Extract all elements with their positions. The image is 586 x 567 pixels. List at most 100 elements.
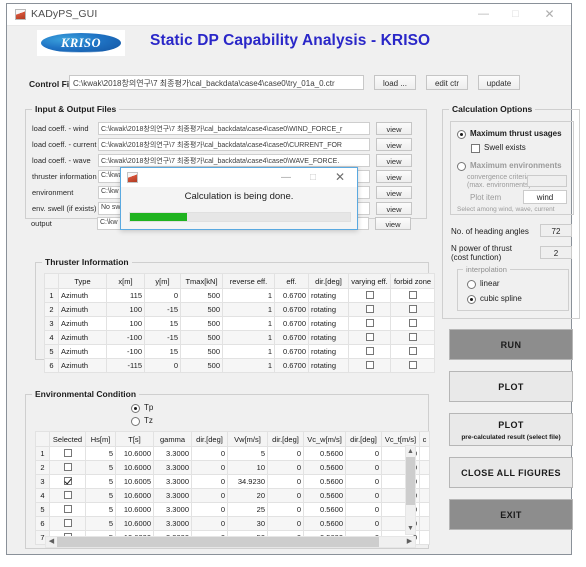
radio-tz[interactable] bbox=[131, 417, 140, 426]
cell-dir3[interactable]: 0 bbox=[345, 488, 382, 503]
cell-dir[interactable]: rotating bbox=[308, 316, 349, 331]
cell-y[interactable]: 0 bbox=[144, 288, 181, 303]
cell-hs[interactable]: 5 bbox=[85, 488, 116, 503]
cell-x[interactable]: 115 bbox=[106, 288, 145, 303]
cell-dir1[interactable]: 0 bbox=[191, 488, 228, 503]
cell-tmax[interactable]: 500 bbox=[180, 288, 223, 303]
cell-dir[interactable]: rotating bbox=[308, 288, 349, 303]
cell-hs[interactable]: 5 bbox=[85, 474, 116, 489]
radio-linear[interactable] bbox=[467, 280, 476, 289]
dialog-minimize-icon[interactable]: — bbox=[273, 168, 299, 187]
control-file-input[interactable]: C:\kwak\2018창의연구\7 최종평가\cal_backdata\cas… bbox=[69, 75, 364, 90]
cell-eff[interactable]: 0.6700 bbox=[274, 330, 309, 345]
cell-type[interactable]: Azimuth bbox=[58, 302, 107, 317]
table-row[interactable]: 1 Azimuth 115 0 500 1 0.6700 rotating bbox=[44, 288, 435, 303]
cell-dir2[interactable]: 0 bbox=[267, 516, 304, 531]
convergence-criteria-input[interactable] bbox=[527, 175, 567, 187]
cell-vw[interactable]: 5 bbox=[227, 446, 268, 461]
cell-vw[interactable]: 10 bbox=[227, 460, 268, 475]
cell-x[interactable]: -100 bbox=[106, 330, 145, 345]
exit-button[interactable]: EXIT bbox=[449, 499, 573, 530]
checkbox-forbid-zone[interactable] bbox=[408, 291, 417, 299]
cell-vcw[interactable]: 0.5600 bbox=[303, 446, 346, 461]
cell-forbid-zone[interactable] bbox=[390, 344, 435, 359]
cell-dir2[interactable]: 0 bbox=[267, 488, 304, 503]
cell-dir[interactable]: rotating bbox=[308, 358, 349, 373]
cell-vw[interactable]: 34.9230 bbox=[227, 474, 268, 489]
cell-dir3[interactable]: 0 bbox=[345, 516, 382, 531]
cell-x[interactable]: -115 bbox=[106, 358, 145, 373]
cell-dir1[interactable]: 0 bbox=[191, 446, 228, 461]
plot-precalculated-button[interactable]: PLOT pre-calculated result (select file) bbox=[449, 413, 573, 446]
close-all-figures-button[interactable]: CLOSE ALL FIGURES bbox=[449, 457, 573, 488]
checkbox-varying-eff[interactable] bbox=[365, 291, 374, 299]
plot-button[interactable]: PLOT bbox=[449, 371, 573, 402]
cell-tmax[interactable]: 500 bbox=[180, 302, 223, 317]
cell-dir1[interactable]: 0 bbox=[191, 460, 228, 475]
table-row[interactable]: 5 5 10.6000 3.3000 0 25 0 0.5600 0 0 bbox=[35, 502, 430, 517]
environment-table-vscrollbar[interactable]: ▲ ▼ bbox=[405, 445, 416, 535]
cell-type[interactable]: Azimuth bbox=[58, 344, 107, 359]
view-button-wind[interactable]: view bbox=[376, 122, 412, 135]
cell-y[interactable]: 15 bbox=[144, 316, 181, 331]
checkbox-selected[interactable] bbox=[63, 519, 72, 527]
view-button-current[interactable]: view bbox=[376, 138, 412, 151]
update-button[interactable]: update bbox=[478, 75, 520, 90]
checkbox-varying-eff[interactable] bbox=[365, 333, 374, 341]
cell-x[interactable]: -100 bbox=[106, 344, 145, 359]
cell-reverse-eff[interactable]: 1 bbox=[222, 344, 275, 359]
cell-tmax[interactable]: 500 bbox=[180, 344, 223, 359]
checkbox-swell-exists[interactable] bbox=[471, 144, 480, 153]
cell-forbid-zone[interactable] bbox=[390, 288, 435, 303]
cell-dir[interactable]: rotating bbox=[308, 302, 349, 317]
cell-gamma[interactable]: 3.3000 bbox=[153, 446, 192, 461]
cell-hs[interactable]: 5 bbox=[85, 516, 116, 531]
cell-t[interactable]: 10.6000 bbox=[115, 488, 154, 503]
table-row[interactable]: 3 5 10.6005 3.3000 0 34.9230 0 0.5600 0 … bbox=[35, 474, 430, 489]
cell-tmax[interactable]: 500 bbox=[180, 358, 223, 373]
view-button-environment[interactable]: view bbox=[376, 186, 412, 199]
cell-tmax[interactable]: 500 bbox=[180, 316, 223, 331]
checkbox-selected[interactable] bbox=[63, 449, 72, 457]
cell-vw[interactable]: 25 bbox=[227, 502, 268, 517]
environment-table-hscrollbar[interactable]: ◀ ▶ bbox=[45, 536, 416, 548]
cell-dir2[interactable]: 0 bbox=[267, 502, 304, 517]
cell-varying-eff[interactable] bbox=[348, 344, 391, 359]
table-row[interactable]: 1 5 10.6000 3.3000 0 5 0 0.5600 0 0 bbox=[35, 446, 430, 461]
cell-selected[interactable] bbox=[49, 488, 86, 503]
cell-varying-eff[interactable] bbox=[348, 358, 391, 373]
cell-dir3[interactable]: 0 bbox=[345, 460, 382, 475]
hscroll-thumb[interactable] bbox=[57, 537, 379, 547]
cell-t[interactable]: 10.6000 bbox=[115, 460, 154, 475]
cell-eff[interactable]: 0.6700 bbox=[274, 288, 309, 303]
table-row[interactable]: 4 5 10.6000 3.3000 0 20 0 0.5600 0 0 bbox=[35, 488, 430, 503]
scroll-right-icon[interactable]: ▶ bbox=[404, 537, 415, 547]
close-icon[interactable]: ✕ bbox=[534, 4, 565, 25]
cell-reverse-eff[interactable]: 1 bbox=[222, 302, 275, 317]
cell-selected[interactable] bbox=[49, 502, 86, 517]
radio-maximum-environments[interactable] bbox=[457, 162, 466, 171]
cell-eff[interactable]: 0.6700 bbox=[274, 316, 309, 331]
dialog-close-icon[interactable]: ✕ bbox=[327, 168, 353, 187]
table-row[interactable]: 4 Azimuth -100 -15 500 1 0.6700 rotating bbox=[44, 330, 435, 345]
cell-type[interactable]: Azimuth bbox=[58, 358, 107, 373]
cell-forbid-zone[interactable] bbox=[390, 316, 435, 331]
file-input-wave[interactable]: C:\kwak\2018창의연구\7 최종평가\cal_backdata\cas… bbox=[98, 154, 370, 167]
checkbox-forbid-zone[interactable] bbox=[408, 319, 417, 327]
load-button[interactable]: load ... bbox=[374, 75, 416, 90]
cell-eff[interactable]: 0.6700 bbox=[274, 344, 309, 359]
cell-gamma[interactable]: 3.3000 bbox=[153, 488, 192, 503]
cell-selected[interactable] bbox=[49, 460, 86, 475]
radio-cubic-spline[interactable] bbox=[467, 295, 476, 304]
cell-dir3[interactable]: 0 bbox=[345, 474, 382, 489]
table-row[interactable]: 2 5 10.6000 3.3000 0 10 0 0.5600 0 0 bbox=[35, 460, 430, 475]
cell-selected[interactable] bbox=[49, 516, 86, 531]
cell-reverse-eff[interactable]: 1 bbox=[222, 358, 275, 373]
table-row[interactable]: 6 5 10.6000 3.3000 0 30 0 0.5600 0 0 bbox=[35, 516, 430, 531]
cell-gamma[interactable]: 3.3000 bbox=[153, 516, 192, 531]
cell-forbid-zone[interactable] bbox=[390, 358, 435, 373]
cell-varying-eff[interactable] bbox=[348, 288, 391, 303]
table-row[interactable]: 3 Azimuth 100 15 500 1 0.6700 rotating bbox=[44, 316, 435, 331]
cell-tmax[interactable]: 500 bbox=[180, 330, 223, 345]
cell-y[interactable]: -15 bbox=[144, 330, 181, 345]
